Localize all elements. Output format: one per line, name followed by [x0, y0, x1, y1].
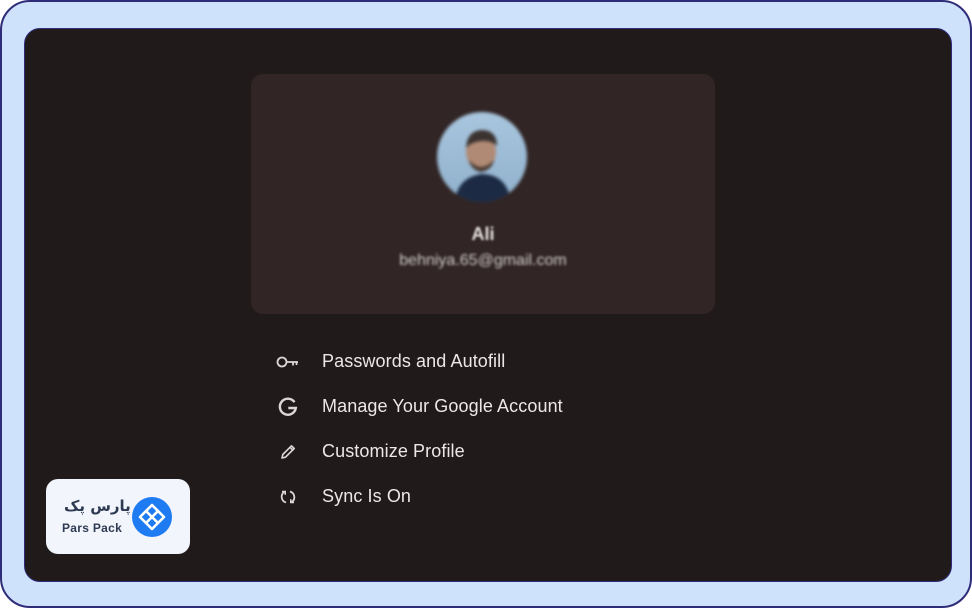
menu-item-customize-profile[interactable]: Customize Profile — [275, 429, 695, 474]
menu-item-passwords-autofill[interactable]: Passwords and Autofill — [275, 339, 695, 384]
parspack-logo-icon — [132, 497, 172, 537]
profile-email: behniya.65@gmail.com — [399, 252, 567, 269]
profile-card[interactable]: Ali behniya.65@gmail.com — [251, 74, 715, 314]
menu-item-label: Manage Your Google Account — [322, 396, 563, 416]
key-icon — [275, 351, 301, 373]
pencil-icon — [275, 441, 301, 463]
menu-item-label: Passwords and Autofill — [322, 351, 506, 371]
avatar[interactable] — [437, 112, 527, 202]
brand-name-persian: پارس پک — [64, 497, 131, 515]
menu-item-label: Customize Profile — [322, 441, 465, 461]
menu-item-label: Sync Is On — [322, 486, 412, 506]
menu-item-sync[interactable]: Sync Is On — [275, 474, 695, 519]
profile-name: Ali — [471, 224, 495, 244]
parspack-watermark: پارس پک Pars Pack — [46, 479, 190, 554]
google-icon — [275, 396, 301, 418]
menu-item-google-account[interactable]: Manage Your Google Account — [275, 384, 695, 429]
brand-name-english: Pars Pack — [62, 521, 123, 535]
sync-icon — [275, 486, 301, 508]
profile-menu: Passwords and Autofill Manage Your Googl… — [275, 339, 695, 519]
